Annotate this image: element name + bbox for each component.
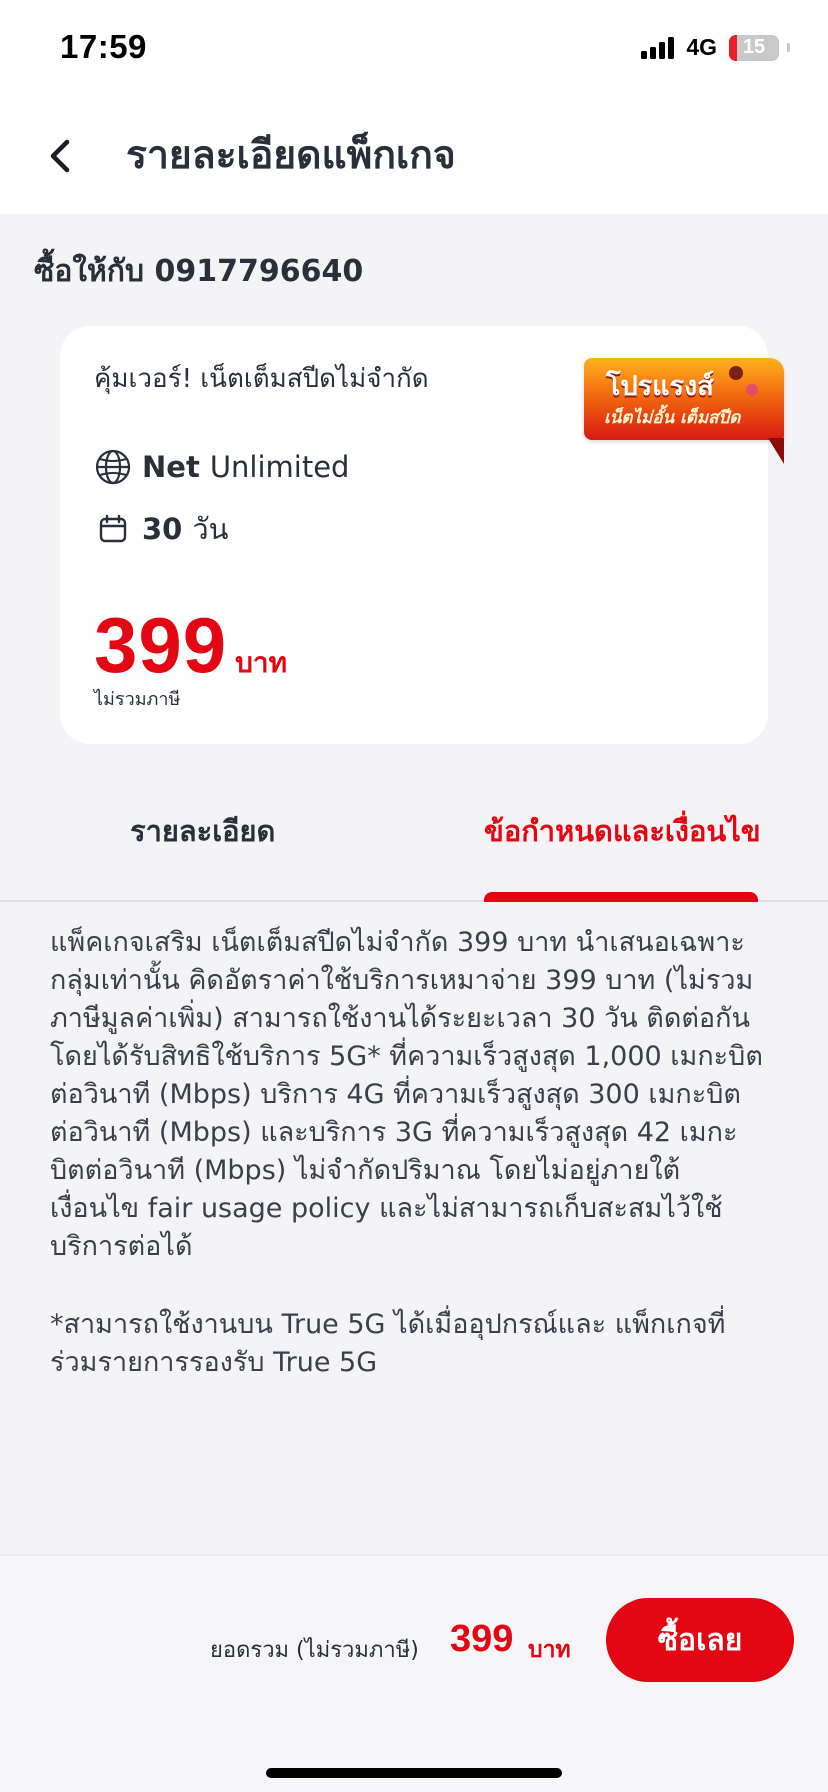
battery-level: 15 [742, 35, 766, 58]
price-note: ไม่รวมภาษี [94, 689, 181, 710]
total-label: ยอดรวม (ไม่รวมภาษี) [210, 1638, 419, 1663]
total-price: 399 [450, 1618, 514, 1660]
promo-banner: โปรแรงส์ เน็ตไม่อั้น เต็มสปีด [584, 358, 784, 440]
feature-validity: 30 วัน [94, 506, 228, 552]
price-unit: บาท [235, 646, 288, 679]
days-value: 30 [142, 512, 183, 546]
buy-now-button[interactable]: ซื้อเลย [606, 1598, 794, 1682]
checkout-footer: ยอดรวม (ไม่รวมภาษี) 399 บาท ซื้อเลย [0, 1554, 828, 1792]
status-indicators: 4G 15 [641, 34, 790, 61]
promo-fold [768, 438, 784, 464]
package-card: คุ้มเวอร์! เน็ตเต็มสปีดไม่จำกัด โปรแรงส์… [60, 326, 784, 744]
active-tab-indicator [484, 892, 758, 902]
tab-details[interactable]: รายละเอียด [130, 808, 275, 854]
price-amount: 399 [94, 601, 228, 689]
terms-body: แพ็คเกจเสริม เน็ตเต็มสปีดไม่จำกัด 399 บา… [50, 927, 763, 1262]
battery-cap [787, 43, 790, 52]
globe-icon [94, 448, 132, 486]
promo-badge-title: โปรแรงส์ [606, 371, 714, 402]
package-price: 399 บาท [94, 600, 287, 691]
back-button[interactable] [30, 126, 90, 186]
status-time: 17:59 [60, 28, 147, 65]
page-title: รายละเอียดแพ็กเกจ [126, 133, 456, 178]
promo-decoration [746, 384, 758, 396]
home-indicator[interactable] [266, 1768, 562, 1778]
promo-badge: โปรแรงส์ เน็ตไม่อั้น เต็มสปีด [584, 358, 784, 464]
promo-badge-subtitle: เน็ตไม่อั้น เต็มสปีด [604, 408, 741, 428]
app-header: รายละเอียดแพ็กเกจ [0, 100, 828, 214]
promo-decoration [729, 366, 743, 380]
buy-for-number: ซื้อให้กับ 0917796640 [34, 254, 364, 289]
chevron-left-icon [50, 139, 70, 173]
network-type: 4G [686, 34, 717, 60]
detail-tabs: รายละเอียด ข้อกำหนดและเงื่อนไข [0, 770, 828, 902]
signal-icon [641, 36, 675, 59]
tab-terms[interactable]: ข้อกำหนดและเงื่อนไข [484, 808, 761, 854]
calendar-icon [94, 510, 132, 548]
feature-net: Net Unlimited [94, 448, 349, 486]
package-name: คุ้มเวอร์! เน็ตเต็มสปีดไม่จำกัด [94, 364, 429, 394]
terms-note: *สามารถใช้งานบน True 5G ได้เมื่ออุปกรณ์แ… [50, 1309, 726, 1378]
total-unit: บาท [528, 1637, 571, 1663]
battery-icon: 15 [729, 34, 779, 61]
days-unit: วัน [192, 512, 229, 546]
net-value: Unlimited [209, 450, 350, 484]
net-label: Net [142, 450, 200, 484]
status-bar: 17:59 4G 15 [0, 0, 828, 100]
